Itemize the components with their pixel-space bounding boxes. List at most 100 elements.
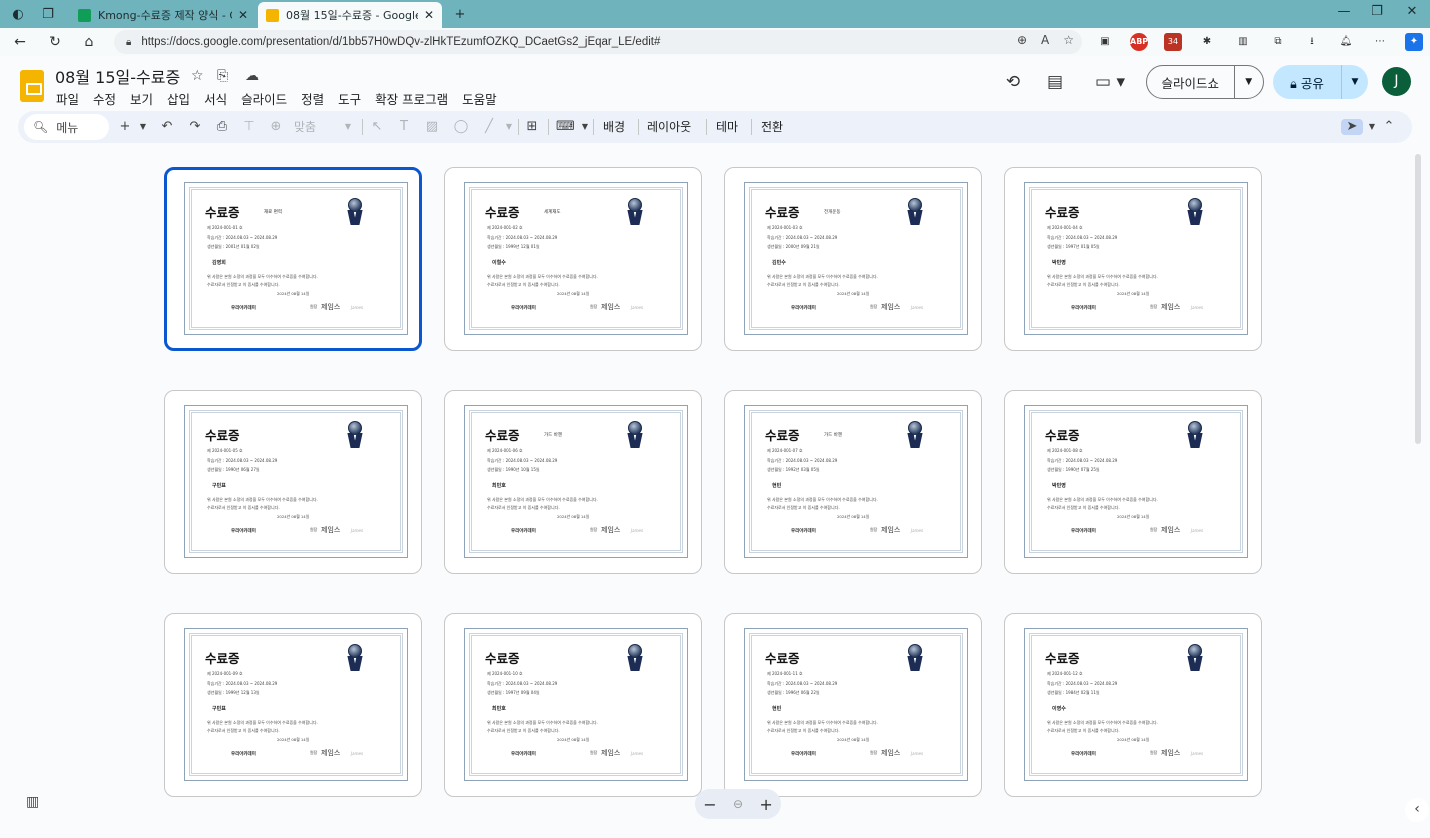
- transition-button[interactable]: 전환: [761, 119, 783, 135]
- birth-date: 생년월일 : 1990년 10월 15일: [487, 467, 540, 472]
- print-icon[interactable]: ⎙: [213, 119, 231, 135]
- select-cursor-icon[interactable]: ↖: [368, 119, 386, 135]
- menu-slide[interactable]: 슬라이드: [241, 89, 287, 108]
- profile-icon[interactable]: ◐: [8, 4, 28, 24]
- chevron-down-icon[interactable]: ▼: [339, 119, 357, 135]
- chevron-down-icon[interactable]: ▼: [1341, 65, 1368, 99]
- split-screen-icon[interactable]: ▥: [1234, 33, 1252, 51]
- chevron-down-icon[interactable]: ▼: [576, 119, 594, 135]
- downloads-icon[interactable]: ⭳: [1303, 33, 1321, 51]
- restore-icon[interactable]: ❐: [1367, 4, 1387, 19]
- back-icon[interactable]: ←: [10, 32, 30, 52]
- tab-slides[interactable]: 08월 15일-수료증 - Google Slide ✕: [258, 2, 442, 28]
- zoom-icon[interactable]: ⊕: [1017, 33, 1027, 47]
- slideshow-button[interactable]: 슬라이드쇼 ▼: [1146, 65, 1264, 99]
- shape-icon[interactable]: ◯: [452, 119, 470, 135]
- chevron-down-icon[interactable]: ▼: [1363, 119, 1381, 135]
- menu-edit[interactable]: 수정: [93, 89, 116, 108]
- document-title[interactable]: 08월 15일-수료증: [55, 64, 180, 88]
- meet-video-icon[interactable]: ▭ ▾: [1090, 72, 1130, 92]
- tab-kmong[interactable]: Kmong-수료증 제작 양식 - Goog ✕: [70, 2, 256, 28]
- text-box-icon[interactable]: T: [395, 119, 413, 135]
- notifications-icon[interactable]: 🔔︎: [1337, 33, 1355, 51]
- workspaces-icon[interactable]: ❐: [38, 4, 58, 24]
- image-icon[interactable]: ▨: [423, 119, 441, 135]
- background-button[interactable]: 배경: [603, 119, 625, 135]
- filmstrip-toggle-icon[interactable]: ▥: [26, 794, 39, 810]
- favorite-star-icon[interactable]: ☆: [1063, 33, 1074, 47]
- paint-format-icon[interactable]: ⊤: [240, 119, 258, 135]
- slide-thumbnail[interactable]: 수료증 제 2024-001-09 호 학습기간 : 2024.08.03 ~ …: [164, 613, 422, 797]
- certificate-body-line: 수료자로서 인정받고 이 증서를 수여합니다.: [1047, 282, 1120, 287]
- url-field[interactable]: 🔒︎ https://docs.google.com/presentation/…: [114, 30, 1082, 54]
- chevron-down-icon[interactable]: ▼: [1233, 66, 1264, 98]
- input-tools-icon[interactable]: ⌨: [556, 119, 575, 135]
- zoom-out-icon[interactable]: −: [703, 795, 716, 814]
- menu-format[interactable]: 서식: [204, 89, 227, 108]
- add-comment-icon[interactable]: ⊞: [523, 119, 541, 135]
- cloud-saved-icon[interactable]: ☁: [245, 68, 259, 84]
- slide-thumbnail[interactable]: 수료증 제 2024-001-08 호 학습기간 : 2024.08.03 ~ …: [1004, 390, 1262, 574]
- undo-icon[interactable]: ↶: [158, 119, 176, 135]
- read-aloud-icon[interactable]: A: [1041, 33, 1049, 47]
- close-icon[interactable]: ✕: [238, 8, 248, 22]
- theme-button[interactable]: 테마: [716, 119, 738, 135]
- collapse-toolbar-icon[interactable]: ⌃: [1380, 119, 1398, 135]
- menu-arrange[interactable]: 정렬: [301, 89, 324, 108]
- copilot-icon[interactable]: ✦: [1405, 33, 1423, 51]
- extensions-puzzle-icon[interactable]: ✱: [1198, 33, 1216, 51]
- slide-thumbnail[interactable]: 수료증 제 2024-001-05 호 학습기간 : 2024.08.03 ~ …: [164, 390, 422, 574]
- window-close-icon[interactable]: ✕: [1402, 4, 1422, 19]
- chevron-down-icon[interactable]: ▼: [134, 119, 152, 135]
- reload-icon[interactable]: ↻: [45, 32, 65, 52]
- zoom-reset-icon[interactable]: ⊖: [733, 797, 743, 811]
- menu-extensions[interactable]: 확장 프로그램: [375, 89, 448, 108]
- adblock-icon[interactable]: ABP: [1130, 33, 1148, 51]
- zoom-icon[interactable]: ⊕: [267, 119, 285, 135]
- issue-date: 2024년 08월 14일: [1117, 514, 1150, 519]
- slides-logo-icon[interactable]: [20, 70, 44, 102]
- menu-help[interactable]: 도움말: [462, 89, 497, 108]
- slide-thumbnail[interactable]: 수료증 재료 편력 제 2024-001-01 호 학습기간 : 2024.08…: [164, 167, 422, 351]
- close-icon[interactable]: ✕: [424, 8, 434, 22]
- share-button[interactable]: 🔒︎ 공유 ▼: [1273, 65, 1368, 99]
- certificate-body-line: 수료자로서 인정받고 이 증서를 수여합니다.: [207, 728, 280, 733]
- line-icon[interactable]: ╱: [480, 119, 498, 135]
- collections-icon[interactable]: ⧉: [1269, 33, 1287, 51]
- extension-icon[interactable]: ▣: [1096, 33, 1114, 51]
- avatar[interactable]: J: [1382, 67, 1411, 96]
- slide-thumbnail[interactable]: 수료증 세계재도 제 2024-001-02 호 학습기간 : 2024.08.…: [444, 167, 702, 351]
- more-menu-icon[interactable]: ⋯: [1371, 33, 1389, 51]
- menu-insert[interactable]: 삽입: [167, 89, 190, 108]
- side-panel-chevron-icon[interactable]: ‹: [1405, 798, 1429, 822]
- menu-search-input[interactable]: 🔍︎ 메뉴: [24, 114, 109, 140]
- menu-view[interactable]: 보기: [130, 89, 153, 108]
- star-icon[interactable]: ☆: [191, 68, 204, 84]
- home-icon[interactable]: ⌂: [79, 32, 99, 52]
- slide-thumbnail[interactable]: 수료증 제 2024-001-12 호 학습기간 : 2024.08.03 ~ …: [1004, 613, 1262, 797]
- slide-thumbnail[interactable]: 수료증 제 2024-001-04 호 학습기간 : 2024.08.03 ~ …: [1004, 167, 1262, 351]
- layout-button[interactable]: 레이아웃: [647, 119, 691, 135]
- slide-thumbnail[interactable]: 수료증 제 2024-001-10 호 학습기간 : 2024.08.03 ~ …: [444, 613, 702, 797]
- slide-thumbnail[interactable]: 수료증 가드 바젠 제 2024-001-06 호 학습기간 : 2024.08…: [444, 390, 702, 574]
- extension-badge-icon[interactable]: 34: [1164, 33, 1182, 51]
- new-tab-icon[interactable]: +: [450, 4, 470, 24]
- menu-file[interactable]: 파일: [56, 89, 79, 108]
- zoom-in-icon[interactable]: +: [759, 795, 772, 814]
- comments-icon[interactable]: ▤: [1043, 72, 1067, 92]
- slide-thumbnail[interactable]: 수료증 제 2024-001-11 호 학습기간 : 2024.08.03 ~ …: [724, 613, 982, 797]
- scrollbar[interactable]: [1415, 154, 1421, 444]
- minimize-icon[interactable]: —: [1334, 4, 1354, 19]
- move-folder-icon[interactable]: ⎘: [217, 68, 228, 84]
- study-period: 학습기간 : 2024.08.03 ~ 2024.08.29: [1047, 458, 1118, 463]
- slide-thumbnail[interactable]: 수료증 가드 바젠 제 2024-001-07 호 학습기간 : 2024.08…: [724, 390, 982, 574]
- new-slide-icon[interactable]: +: [116, 119, 134, 135]
- zoom-select[interactable]: 맞춤: [294, 119, 316, 135]
- version-history-icon[interactable]: ⟲: [1001, 72, 1025, 92]
- select-mode-icon[interactable]: ➤: [1341, 119, 1363, 135]
- redo-icon[interactable]: ↷: [186, 119, 204, 135]
- representative-name: 제임스: [881, 526, 901, 534]
- menu-tools[interactable]: 도구: [338, 89, 361, 108]
- slide-thumbnail[interactable]: 수료증 전개운동 제 2024-001-03 호 학습기간 : 2024.08.…: [724, 167, 982, 351]
- chevron-down-icon[interactable]: ▼: [500, 119, 518, 135]
